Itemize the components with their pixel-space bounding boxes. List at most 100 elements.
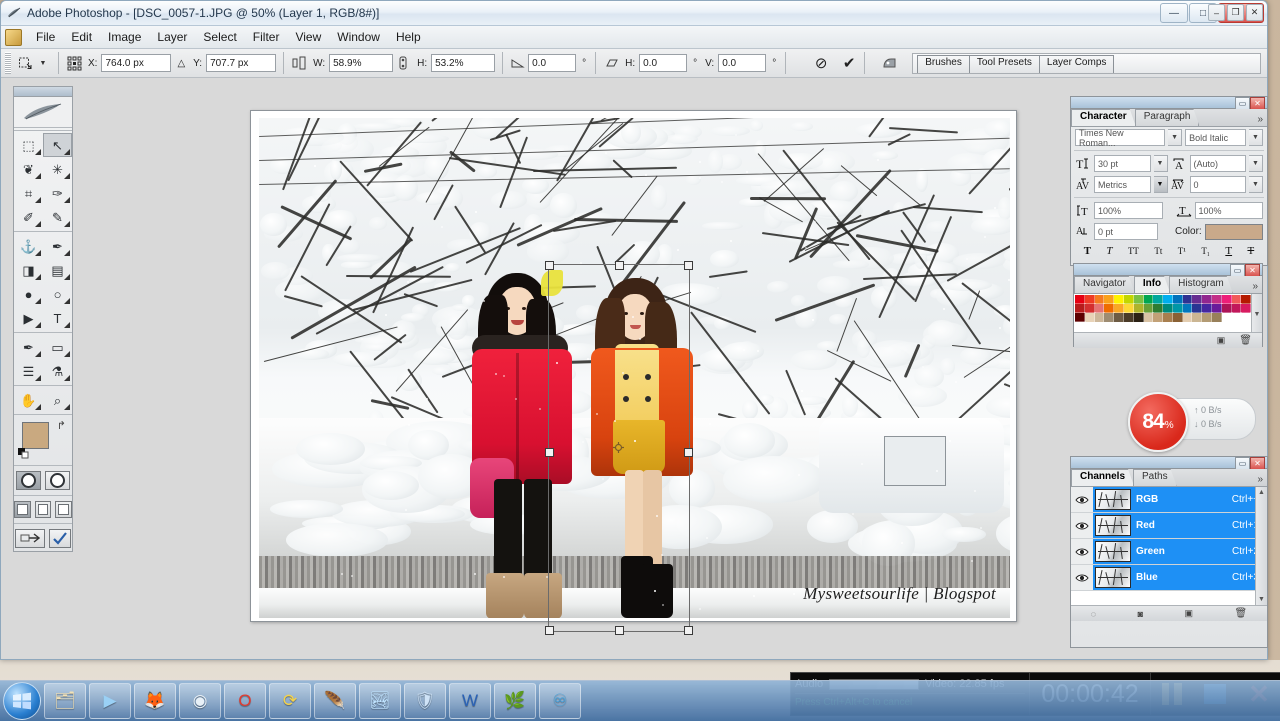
tab-paragraph[interactable]: Paragraph [1135, 109, 1200, 126]
baseline-shift-input[interactable]: 0 pt [1094, 223, 1158, 240]
speed-widget-percent-circle[interactable]: 84 % [1128, 392, 1188, 452]
jump-to-imageready-button[interactable] [15, 529, 45, 548]
color-swatch[interactable] [1240, 294, 1253, 305]
color-swatch[interactable] [1074, 321, 1086, 332]
color-swatch[interactable] [1220, 294, 1233, 305]
color-swatch[interactable] [1083, 294, 1096, 305]
color-swatch[interactable] [1201, 303, 1214, 314]
kerning-input[interactable]: Metrics [1094, 176, 1151, 193]
height-input[interactable]: 53.2% [431, 54, 496, 72]
channel-visibility-icon[interactable] [1071, 539, 1093, 564]
menu-view[interactable]: View [287, 27, 329, 47]
color-swatch[interactable] [1103, 303, 1116, 314]
foreground-color-swatch[interactable] [22, 422, 49, 449]
strikethrough-button[interactable]: T [1247, 245, 1254, 257]
swatches-scroll-down-icon[interactable]: ▼ [1252, 311, 1262, 318]
quick-mask-mode-button[interactable] [45, 471, 70, 490]
faux-italic-button[interactable]: T [1106, 245, 1112, 257]
color-swatch[interactable] [1113, 312, 1125, 323]
color-swatch[interactable] [1142, 294, 1155, 305]
color-swatch[interactable] [1220, 312, 1233, 323]
cancel-transform-icon[interactable]: ⊘ [813, 55, 829, 72]
skew-h-input[interactable]: 0.0 [639, 54, 688, 72]
standard-mode-button[interactable] [16, 471, 41, 490]
taskbar-item-windows-explorer[interactable]: 🗂 [44, 683, 86, 719]
new-swatch-icon[interactable]: ▣ [1217, 335, 1226, 346]
document-close-button[interactable]: ✕ [1246, 4, 1263, 21]
toolbox-grip[interactable] [14, 87, 72, 97]
document-minimize-button[interactable]: – [1208, 4, 1225, 21]
channels-panel-menu-icon[interactable]: » [1257, 474, 1263, 485]
color-swatch[interactable] [1162, 294, 1174, 305]
color-swatch[interactable] [1152, 303, 1165, 314]
commit-check-button[interactable] [49, 529, 71, 548]
move-tool-icon[interactable] [17, 55, 33, 71]
color-swatch[interactable] [1201, 294, 1214, 305]
eraser-tool-icon[interactable]: ◨ [14, 258, 43, 282]
color-swatch[interactable] [1230, 303, 1243, 314]
color-swatch[interactable] [1211, 294, 1223, 305]
color-swatch[interactable] [1074, 303, 1086, 314]
color-swatch[interactable] [1093, 312, 1106, 323]
leading-chevron-down-icon[interactable]: ▼ [1249, 155, 1263, 172]
color-swatch[interactable] [1240, 303, 1253, 314]
color-swatch[interactable] [1152, 294, 1165, 305]
notes-tool-icon[interactable]: ☰ [14, 359, 43, 383]
width-input[interactable]: 58.9% [329, 54, 394, 72]
menu-layer[interactable]: Layer [149, 27, 195, 47]
menu-file[interactable]: File [28, 27, 63, 47]
brush-tool-icon[interactable]: ✎ [43, 205, 72, 229]
swatches-grid[interactable] [1074, 294, 1262, 332]
well-tab-brushes[interactable]: Brushes [917, 54, 970, 73]
channels-scroll-up-icon[interactable]: ▲ [1256, 487, 1267, 498]
color-swatch[interactable] [1132, 294, 1145, 305]
eyedropper-tool-icon[interactable]: ⚗ [43, 359, 72, 383]
options-chevron-down-icon[interactable]: ▼ [35, 55, 51, 71]
color-swatch[interactable] [1142, 312, 1155, 323]
hand-tool-icon[interactable]: ✋ [14, 388, 43, 412]
zoom-tool-icon[interactable]: ⌕ [43, 388, 72, 412]
menu-help[interactable]: Help [388, 27, 429, 47]
taskbar-item-sync-app[interactable]: ♾ [539, 683, 581, 719]
font-size-input[interactable]: 30 pt [1094, 155, 1151, 172]
tab-histogram[interactable]: Histogram [1169, 276, 1233, 293]
color-swatch[interactable] [1181, 312, 1194, 323]
transform-handle-middle-left[interactable] [545, 448, 554, 457]
color-swatch[interactable] [1211, 312, 1223, 323]
default-colors-icon[interactable] [18, 448, 29, 459]
type-tool-icon[interactable]: T [43, 306, 72, 330]
tracking-input[interactable]: 0 [1189, 176, 1246, 193]
well-tab-tool-presets[interactable]: Tool Presets [968, 54, 1040, 73]
taskbar-item-google-chrome[interactable]: ◉ [179, 683, 221, 719]
reference-point-icon[interactable] [66, 55, 82, 71]
color-swatch[interactable] [1103, 312, 1116, 323]
color-swatch[interactable] [1191, 312, 1204, 323]
channels-panel-grip[interactable]: ▭ ✕ [1071, 457, 1267, 470]
transform-handle-top-center[interactable] [615, 261, 624, 270]
tab-character[interactable]: Character [1071, 109, 1136, 126]
color-swatch[interactable] [1083, 303, 1096, 314]
color-swatch[interactable] [1083, 312, 1096, 323]
lasso-tool-icon[interactable]: ❦ [14, 157, 43, 181]
taskbar-item-adobe-photoshop[interactable]: 🪶 [314, 683, 356, 719]
document-icon[interactable] [5, 28, 22, 46]
all-caps-button[interactable]: TT [1128, 246, 1139, 256]
pen-tool-icon[interactable]: ✒ [14, 335, 43, 359]
save-selection-as-channel-icon[interactable]: ◙ [1138, 609, 1143, 619]
menu-window[interactable]: Window [329, 27, 388, 47]
channels-scrollbar[interactable]: ▲ ▼ [1255, 487, 1267, 605]
tab-navigator[interactable]: Navigator [1074, 276, 1135, 293]
clone-stamp-tool-icon[interactable]: ⚓ [14, 234, 43, 258]
color-swatch[interactable] [1191, 303, 1204, 314]
menu-edit[interactable]: Edit [63, 27, 100, 47]
blur-tool-icon[interactable]: ● [14, 282, 43, 306]
create-new-channel-icon[interactable]: ▣ [1185, 608, 1194, 619]
swatches-scrollbar[interactable]: ▼ [1251, 294, 1262, 332]
color-swatch[interactable] [1230, 312, 1243, 323]
slice-tool-icon[interactable]: ✑ [43, 181, 72, 205]
color-swatch[interactable] [1152, 312, 1165, 323]
healing-brush-tool-icon[interactable]: ✐ [14, 205, 43, 229]
color-swatch[interactable] [1113, 294, 1125, 305]
horizontal-scale-input[interactable]: 100% [1194, 202, 1263, 219]
taskbar-item-plant-app[interactable]: 🌿 [494, 683, 536, 719]
